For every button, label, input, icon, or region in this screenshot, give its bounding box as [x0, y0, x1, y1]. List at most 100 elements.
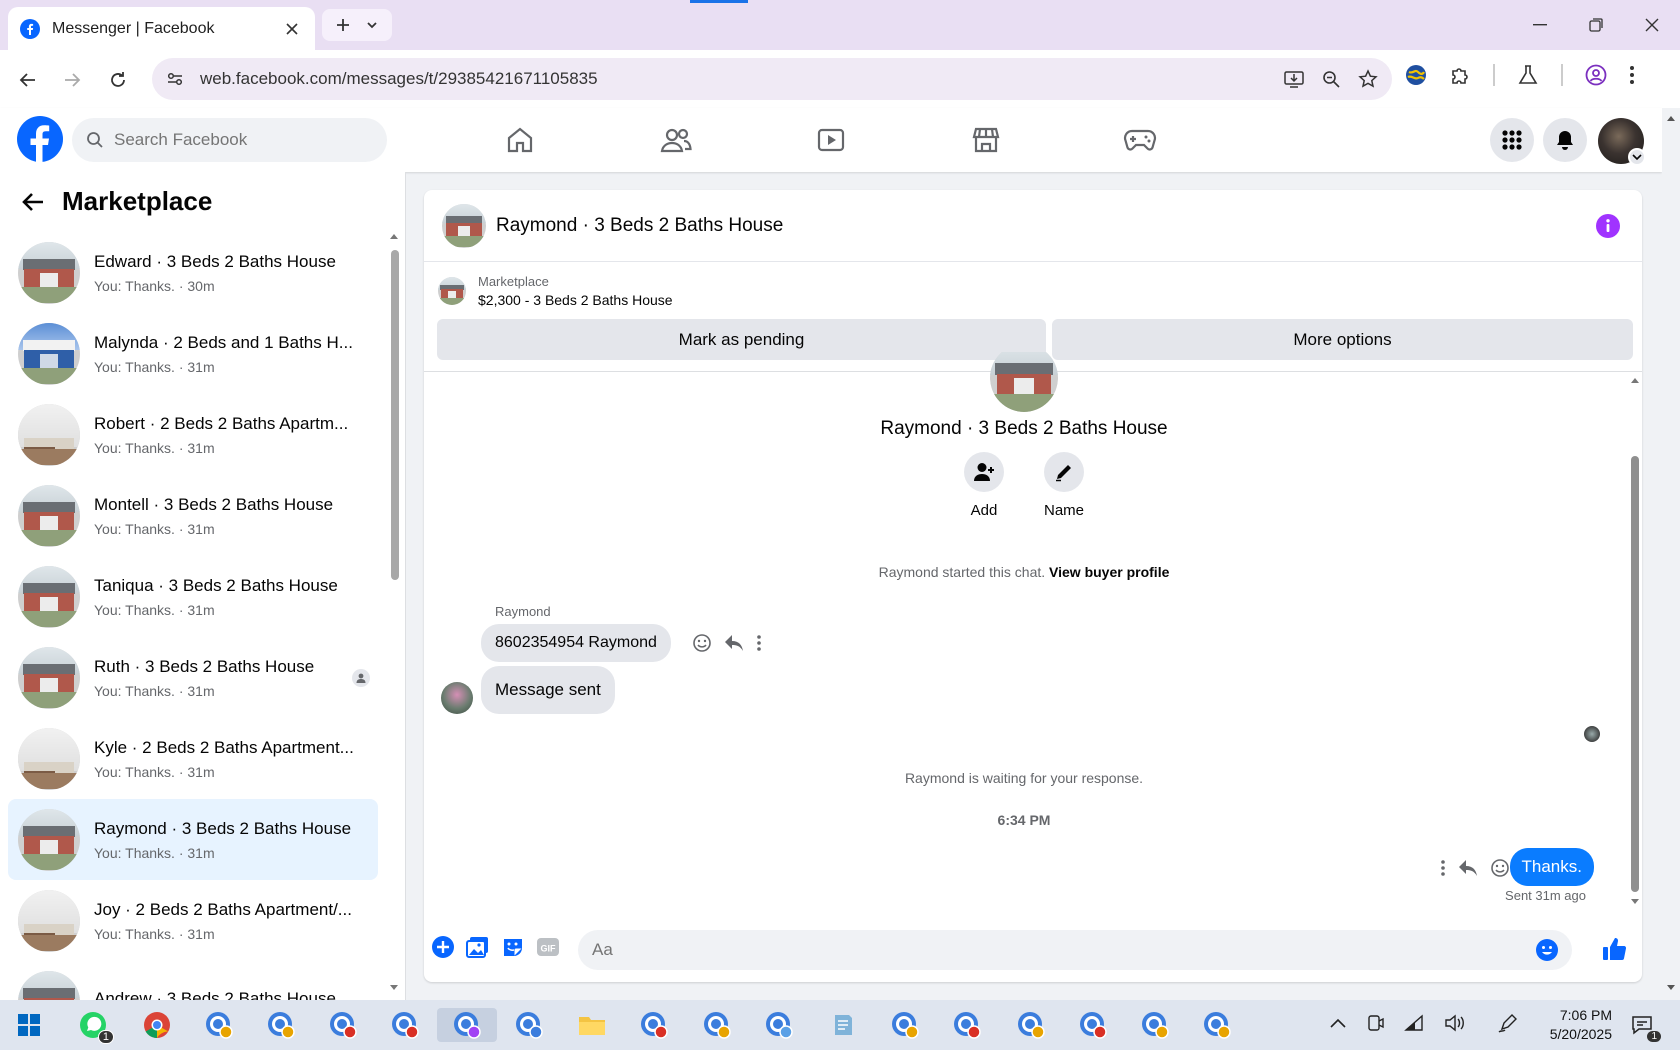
restore-icon[interactable]: [1568, 0, 1624, 50]
notepad-taskbar-icon[interactable]: [826, 1008, 860, 1042]
tab-search-chevron-icon[interactable]: [365, 18, 379, 32]
scroll-up-arrow-icon[interactable]: [1666, 114, 1676, 122]
chrome-profile-taskbar-icon[interactable]: [326, 1008, 360, 1042]
nav-gaming-icon[interactable]: [1120, 120, 1160, 160]
meet-now-icon[interactable]: [1366, 1014, 1384, 1032]
chat-title[interactable]: Raymond · 3 Beds 2 Baths House: [496, 215, 783, 237]
page-scrollbar[interactable]: [1662, 108, 1680, 1000]
chrome-profile-taskbar-icon[interactable]: [1014, 1008, 1048, 1042]
chrome-profile-taskbar-icon[interactable]: [388, 1008, 422, 1042]
conversation-item[interactable]: Malynda · 2 Beds and 1 Baths H... You: Th…: [8, 313, 378, 394]
add-person-action[interactable]: Add: [954, 452, 1014, 519]
install-app-icon[interactable]: [1284, 70, 1304, 88]
notification-center-icon[interactable]: 1: [1625, 1008, 1661, 1042]
conversation-item[interactable]: Raymond · 3 Beds 2 Baths House You: Thank…: [8, 799, 378, 880]
profile-icon[interactable]: [1585, 64, 1607, 86]
network-icon[interactable]: [1404, 1014, 1424, 1032]
react-emoji-icon[interactable]: [1490, 858, 1510, 878]
tab-close-icon[interactable]: [281, 18, 303, 40]
extensions-puzzle-icon[interactable]: [1449, 64, 1471, 86]
back-arrow-icon[interactable]: [22, 192, 44, 212]
volume-icon[interactable]: [1444, 1014, 1466, 1032]
menu-grid-icon[interactable]: [1490, 118, 1534, 162]
scroll-down-arrow-icon[interactable]: [1666, 984, 1676, 992]
nav-video-icon[interactable]: [811, 120, 851, 160]
thumbs-up-like-icon[interactable]: [1602, 936, 1628, 962]
omnibox[interactable]: web.facebook.com/messages/t/293854216711…: [152, 58, 1392, 100]
chrome-profile-taskbar-icon[interactable]: [512, 1008, 546, 1042]
extension-globe-icon[interactable]: [1405, 64, 1427, 86]
react-emoji-icon[interactable]: [692, 633, 712, 653]
close-window-icon[interactable]: [1624, 0, 1680, 50]
gif-icon[interactable]: GIF: [536, 936, 560, 958]
info-icon[interactable]: [1596, 214, 1620, 238]
chrome-profile-taskbar-icon[interactable]: [264, 1008, 298, 1042]
sidebar-scrollbar[interactable]: [389, 232, 399, 992]
chrome-profile-taskbar-icon[interactable]: [437, 1008, 497, 1042]
reload-icon[interactable]: [104, 66, 132, 94]
emoji-picker-icon[interactable]: [1536, 939, 1558, 961]
conversation-item[interactable]: Taniqua · 3 Beds 2 Baths House You: Thank…: [8, 556, 378, 637]
forward-arrow-icon[interactable]: [58, 66, 86, 94]
tray-overflow-chevron-icon[interactable]: [1330, 1018, 1346, 1028]
message-input-box[interactable]: [578, 930, 1572, 970]
chrome-profile-taskbar-icon[interactable]: [1200, 1008, 1234, 1042]
labs-flask-icon[interactable]: [1517, 64, 1539, 86]
scroll-up-arrow-icon[interactable]: [389, 232, 399, 240]
outgoing-message-bubble[interactable]: Thanks.: [1509, 848, 1594, 886]
chat-avatar[interactable]: [442, 203, 486, 248]
conversation-item[interactable]: Robert · 2 Beds 2 Baths Apartm... You: Th…: [8, 394, 378, 475]
browser-tab[interactable]: Messenger | Facebook: [8, 7, 315, 50]
whatsapp-taskbar-icon[interactable]: 1: [76, 1008, 114, 1044]
scroll-down-arrow-icon[interactable]: [389, 984, 399, 992]
message-input[interactable]: [592, 940, 1536, 960]
nav-friends-icon[interactable]: [656, 120, 696, 160]
windows-start-icon[interactable]: [12, 1008, 46, 1042]
chrome-profile-taskbar-icon[interactable]: [700, 1008, 734, 1042]
conversation-item[interactable]: Joy · 2 Beds 2 Baths Apartment/... You: T…: [8, 880, 378, 961]
conversation-item[interactable]: Edward · 3 Beds 2 Baths House You: Thanks…: [8, 232, 378, 313]
conversation-item[interactable]: Kyle · 2 Beds 2 Baths Apartment... You: T…: [8, 718, 378, 799]
minimize-icon[interactable]: [1512, 0, 1568, 50]
chrome-profile-taskbar-icon[interactable]: [762, 1008, 796, 1042]
chrome-profile-taskbar-icon[interactable]: [888, 1008, 922, 1042]
sender-avatar[interactable]: [441, 682, 473, 714]
chrome-profile-taskbar-icon[interactable]: [202, 1008, 236, 1042]
nav-home-icon[interactable]: [500, 120, 540, 160]
photo-attach-icon[interactable]: [466, 936, 490, 958]
chrome-profile-taskbar-icon[interactable]: [1076, 1008, 1110, 1042]
incoming-message-bubble[interactable]: Message sent: [481, 666, 615, 714]
scroll-up-arrow-icon[interactable]: [1630, 376, 1640, 384]
site-info-icon[interactable]: [166, 70, 184, 88]
chrome-profile-taskbar-icon[interactable]: [950, 1008, 984, 1042]
new-tab-plus-icon[interactable]: [335, 17, 351, 33]
listing-summary[interactable]: Marketplace $2,300 - 3 Beds 2 Baths Hous…: [438, 274, 673, 308]
view-buyer-profile-link[interactable]: View buyer profile: [1049, 564, 1169, 580]
mark-as-pending-button[interactable]: Mark as pending: [437, 319, 1046, 360]
taskbar-clock[interactable]: 7:06 PM 5/20/2025: [1532, 1006, 1612, 1044]
conversation-item[interactable]: Montell · 3 Beds 2 Baths House You: Thank…: [8, 475, 378, 556]
zoom-icon[interactable]: [1322, 70, 1340, 88]
more-options-button[interactable]: More options: [1052, 319, 1633, 360]
more-vertical-icon[interactable]: [756, 634, 762, 652]
chat-scrollbar[interactable]: [1628, 378, 1642, 904]
account-chevron-icon[interactable]: [1628, 148, 1646, 166]
notifications-bell-icon[interactable]: [1543, 118, 1587, 162]
nav-marketplace-icon[interactable]: [966, 120, 1006, 160]
sidebar-scroll-thumb[interactable]: [391, 250, 399, 580]
back-arrow-icon[interactable]: [14, 66, 42, 94]
plus-circle-icon[interactable]: [432, 936, 454, 958]
pen-ink-icon[interactable]: [1498, 1013, 1518, 1033]
browser-menu-icon[interactable]: [1629, 65, 1635, 85]
buyer-profile-icon[interactable]: [352, 669, 370, 687]
url-text[interactable]: web.facebook.com/messages/t/293854216711…: [200, 69, 1284, 89]
chat-scroll-thumb[interactable]: [1631, 456, 1639, 892]
chrome-profile-taskbar-icon[interactable]: [1138, 1008, 1172, 1042]
scroll-down-arrow-icon[interactable]: [1630, 898, 1640, 906]
reply-arrow-icon[interactable]: [724, 634, 744, 652]
file-explorer-taskbar-icon[interactable]: [575, 1008, 609, 1042]
account-avatar[interactable]: [1598, 118, 1646, 166]
chrome-taskbar-icon[interactable]: [140, 1008, 174, 1042]
facebook-search-box[interactable]: [72, 118, 387, 162]
chrome-profile-taskbar-icon[interactable]: [637, 1008, 671, 1042]
